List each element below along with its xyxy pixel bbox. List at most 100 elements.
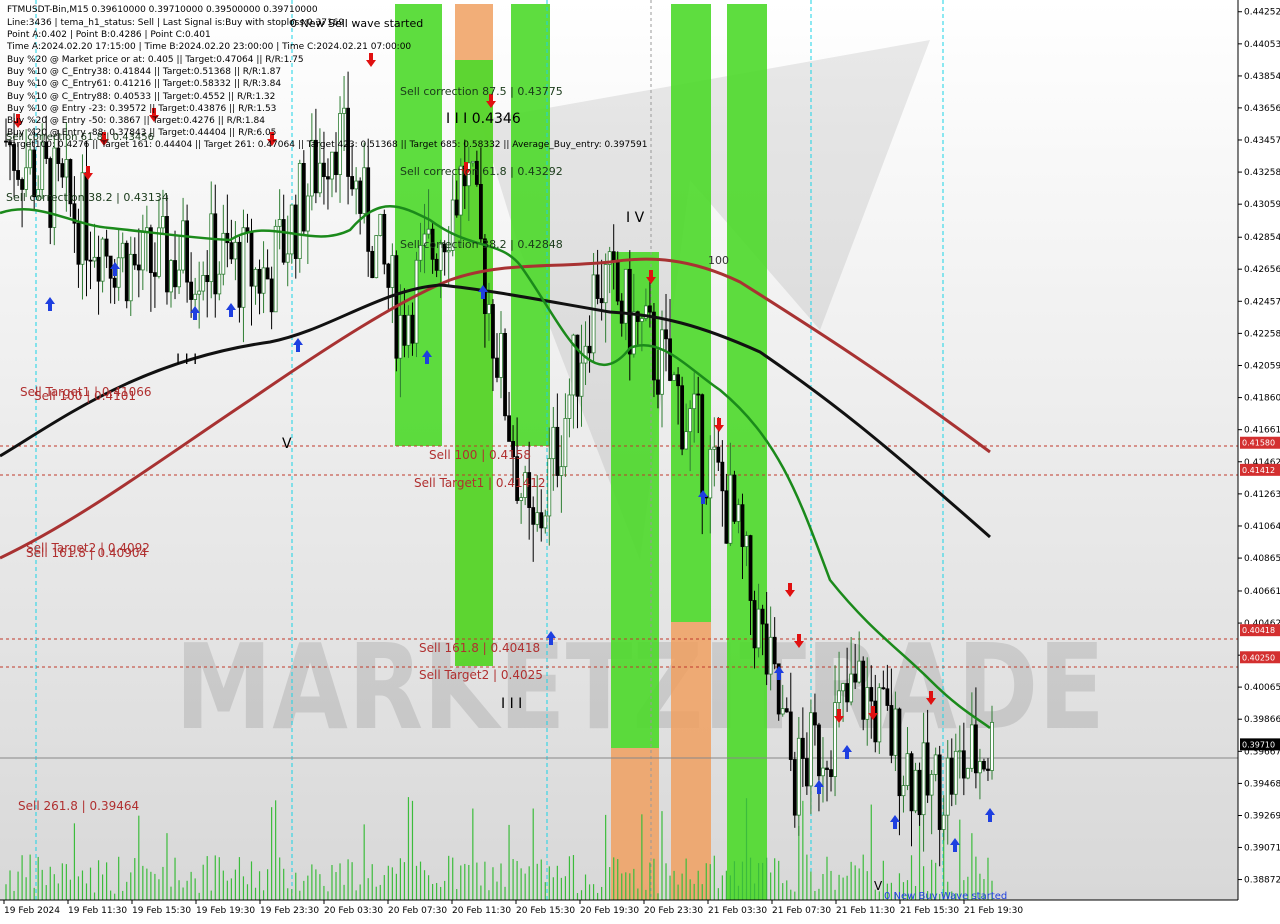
time-tick-label: 21 Feb 15:30: [900, 906, 959, 916]
price-tick-label: 0.39866: [1244, 715, 1280, 725]
candle-body: [788, 711, 793, 760]
candle-body: [965, 767, 970, 779]
price-highlight-label: 0.40418: [1242, 626, 1275, 635]
candle-body: [277, 219, 282, 227]
candle-body: [941, 814, 946, 830]
candle-body: [833, 702, 837, 777]
candle-body: [507, 415, 511, 442]
candle-body: [599, 298, 604, 304]
candle-body: [531, 507, 536, 525]
candle-body: [953, 750, 958, 795]
candle-body: [297, 163, 302, 259]
candle-body: [881, 687, 886, 690]
candle-body: [901, 785, 906, 797]
info-line: FTMUSDT-Bin,M15 0.39610000 0.39710000 0.…: [7, 5, 318, 15]
candle-body: [768, 636, 773, 675]
candle-body: [249, 232, 254, 287]
candle-body: [96, 256, 101, 282]
candle-body: [756, 608, 761, 649]
candle-body: [161, 216, 165, 229]
candle-body: [100, 238, 105, 282]
candle-body: [253, 268, 258, 287]
candle-body: [64, 159, 69, 178]
time-tick-label: 21 Feb 03:30: [708, 906, 767, 916]
candle-body: [434, 258, 439, 271]
price-tick-label: 0.44053: [1244, 40, 1280, 50]
candle-body: [728, 474, 733, 544]
price-tick-label: 0.39071: [1244, 843, 1280, 853]
info-line: Buy %20 @ Market price or at: 0.405 || T…: [7, 55, 304, 65]
wave-label: I I I: [176, 352, 197, 368]
candle-body: [136, 264, 141, 271]
candle-body: [173, 260, 177, 288]
candle-body: [551, 426, 556, 460]
candle-body: [112, 277, 117, 288]
candle-body: [736, 504, 741, 522]
price-tick-label: 0.39269: [1244, 812, 1280, 822]
candle-body: [32, 149, 37, 198]
orange-zone: [671, 622, 711, 900]
candle-body: [470, 160, 475, 164]
candle-body: [499, 332, 503, 378]
price-chart[interactable]: MARKETZITRADE: [0, 0, 1280, 920]
candle-body: [153, 272, 157, 277]
candle-body: [24, 167, 29, 190]
price-highlight-label: 0.40250: [1242, 653, 1275, 662]
sell-level-label: Sell 161.8 | 0.40418: [419, 641, 540, 655]
candle-body: [84, 172, 89, 261]
candle-body: [732, 474, 737, 522]
price-tick-label: 0.41661: [1244, 426, 1280, 436]
candle-body: [897, 708, 902, 797]
time-tick-label: 20 Feb 19:30: [580, 906, 639, 916]
candle-body: [563, 418, 568, 468]
candle-body: [28, 149, 33, 169]
wave-status: 0 New Sell wave started: [290, 17, 423, 30]
time-tick-label: 19 Feb 23:30: [260, 906, 319, 916]
candle-body: [841, 683, 845, 692]
candle-body: [724, 490, 729, 544]
candle-body: [233, 241, 238, 260]
info-line: Buy %20 @ Entry -88: 0.37843 || Target:0…: [7, 128, 276, 138]
candle-body: [780, 708, 785, 715]
candle-body: [591, 274, 596, 354]
candle-body: [784, 708, 789, 713]
price-tick-label: 0.42059: [1244, 361, 1280, 371]
price-tick-label: 0.42656: [1244, 265, 1280, 275]
candle-body: [165, 216, 169, 293]
candle-body: [370, 250, 375, 279]
green-zone: [727, 4, 767, 900]
candle-body: [772, 636, 777, 665]
candle-body: [865, 687, 870, 720]
candle-body: [595, 274, 600, 299]
candle-body: [945, 757, 950, 816]
price-tick-label: 0.41860: [1244, 394, 1280, 404]
candle-body: [821, 767, 825, 777]
candle-body: [406, 314, 411, 346]
candle-body: [237, 241, 242, 308]
candle-body: [132, 253, 137, 266]
candle-body: [193, 293, 198, 300]
candle-body: [197, 290, 202, 295]
candle-body: [692, 393, 697, 410]
time-tick-label: 19 Feb 19:30: [196, 906, 255, 916]
candle-body: [933, 754, 938, 775]
candle-body: [889, 705, 894, 756]
candle-body: [627, 268, 632, 355]
candle-body: [639, 318, 644, 322]
time-tick-label: 21 Feb 19:30: [964, 906, 1023, 916]
candle-body: [623, 268, 628, 324]
info-line: Buy %10 @ C_Entry61: 0.41216 || Target:0…: [7, 79, 281, 89]
candle-body: [760, 608, 765, 625]
price-tick-label: 0.40661: [1244, 587, 1280, 597]
candle-body: [748, 535, 753, 601]
candle-body: [744, 535, 749, 547]
candle-body: [76, 222, 81, 265]
candle-body: [301, 163, 306, 232]
time-axis[interactable]: [0, 900, 1280, 920]
candle-body: [140, 231, 145, 271]
candle-body: [949, 757, 954, 795]
green-zone: [455, 60, 493, 666]
candle-body: [378, 213, 383, 236]
price-tick-label: 0.41064: [1244, 522, 1280, 532]
candle-body: [487, 304, 491, 315]
